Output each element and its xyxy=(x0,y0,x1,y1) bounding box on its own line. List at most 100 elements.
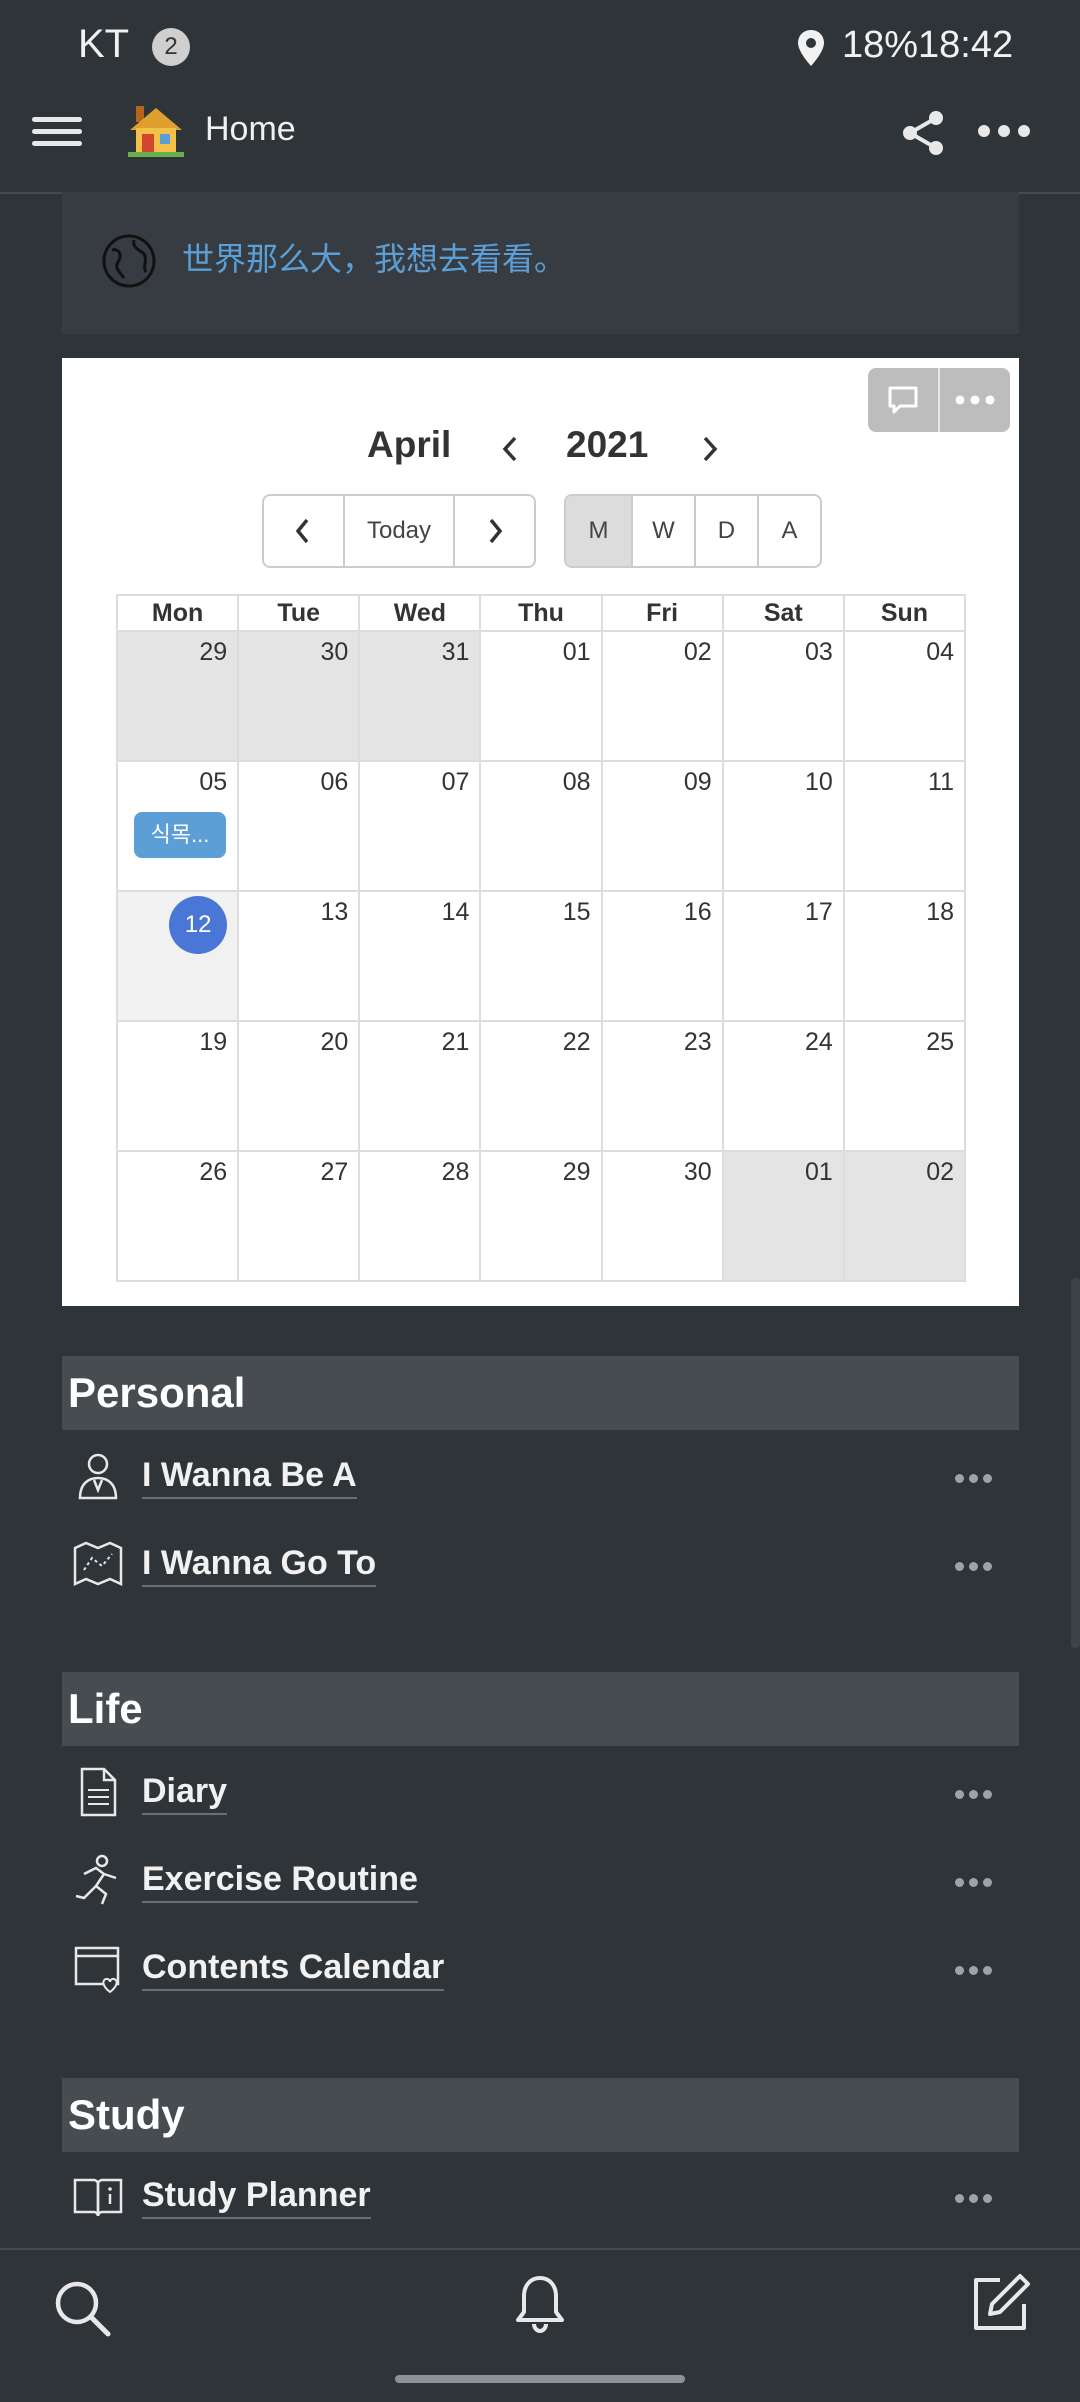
day-number: 20 xyxy=(320,1028,349,1056)
list-item-label[interactable]: I Wanna Go To xyxy=(142,1544,377,1587)
day-cell[interactable]: 03 xyxy=(721,630,845,762)
day-number: 09 xyxy=(683,768,712,796)
view-month-button[interactable]: M xyxy=(566,496,633,566)
day-cell[interactable]: 15 xyxy=(479,890,603,1022)
list-item-label[interactable]: Exercise Routine xyxy=(142,1860,418,1903)
item-more-icon[interactable] xyxy=(955,1874,997,1887)
day-cell[interactable]: 27 xyxy=(237,1150,361,1282)
next-button[interactable] xyxy=(455,496,534,566)
battery-level: 18% xyxy=(842,24,919,66)
quote-text: 世界那么大，我想去看看。 xyxy=(182,241,567,277)
day-cell[interactable]: 01 xyxy=(479,630,603,762)
comment-button[interactable] xyxy=(868,368,940,432)
list-item-label[interactable]: Study Planner xyxy=(142,2176,371,2219)
day-cell[interactable]: 28 xyxy=(358,1150,482,1282)
weekday-row: Mon Tue Wed Thu Fri Sat Sun xyxy=(115,594,967,632)
day-cell[interactable]: 25 xyxy=(842,1020,967,1152)
day-cell[interactable]: 22 xyxy=(479,1020,603,1152)
day-cell[interactable]: 31 xyxy=(358,630,482,762)
day-cell[interactable]: 30 xyxy=(600,1150,724,1282)
notification-count-badge: 2 xyxy=(152,28,190,66)
weekday-header: Mon xyxy=(115,594,240,632)
day-number: 27 xyxy=(320,1158,349,1186)
list-item[interactable]: I Wanna Go To xyxy=(62,1526,1019,1606)
view-week-button[interactable]: W xyxy=(633,496,696,566)
day-cell[interactable]: 19 xyxy=(115,1020,240,1152)
item-more-icon[interactable] xyxy=(955,1558,997,1571)
day-number: 30 xyxy=(320,638,349,666)
day-number: 28 xyxy=(441,1158,470,1186)
day-cell[interactable]: 24 xyxy=(721,1020,845,1152)
section-header-life: Life xyxy=(62,1672,1019,1746)
more-icon[interactable] xyxy=(978,124,1038,142)
day-cell[interactable]: 07 xyxy=(358,760,482,892)
item-more-icon[interactable] xyxy=(955,1786,997,1799)
today-badge: 12 xyxy=(169,896,228,954)
day-number: 17 xyxy=(805,898,833,926)
list-item[interactable]: Study Planner xyxy=(62,2158,1019,2238)
list-item[interactable]: Exercise Routine xyxy=(62,1842,1019,1922)
location-icon xyxy=(798,30,824,66)
search-icon[interactable] xyxy=(52,2278,112,2338)
day-cell[interactable]: 01 xyxy=(721,1150,845,1282)
day-cell[interactable]: 21 xyxy=(358,1020,482,1152)
day-cell[interactable]: 06 xyxy=(237,760,361,892)
day-cell[interactable]: 11 xyxy=(842,760,967,892)
view-agenda-button[interactable]: A xyxy=(759,496,820,566)
list-item[interactable]: Contents Calendar xyxy=(62,1930,1019,2010)
map-icon xyxy=(73,1541,123,1586)
item-more-icon[interactable] xyxy=(955,1962,997,1975)
day-cell[interactable]: 08 xyxy=(479,760,603,892)
hamburger-icon[interactable] xyxy=(32,110,82,154)
day-cell[interactable]: 09 xyxy=(600,760,724,892)
prev-month-icon[interactable] xyxy=(497,432,523,466)
list-item-label[interactable]: Contents Calendar xyxy=(142,1948,445,1991)
day-cell[interactable]: 29 xyxy=(115,630,240,762)
view-day-button[interactable]: D xyxy=(696,496,759,566)
week-row: 29 30 31 01 02 03 04 xyxy=(115,630,967,762)
day-number: 29 xyxy=(562,1158,591,1186)
weekday-header: Fri xyxy=(600,594,724,632)
week-row: 05 식목... 06 07 08 09 10 11 xyxy=(115,760,967,892)
day-number: 30 xyxy=(683,1158,712,1186)
scrollbar-thumb[interactable] xyxy=(1071,1278,1080,1648)
section-header-study: Study xyxy=(62,2078,1019,2152)
day-cell[interactable]: 02 xyxy=(600,630,724,762)
day-cell[interactable]: 10 xyxy=(721,760,845,892)
today-button[interactable]: Today xyxy=(345,496,456,566)
card-more-button[interactable] xyxy=(940,368,1010,432)
day-cell[interactable]: 02 xyxy=(842,1150,967,1282)
event-chip[interactable]: 식목... xyxy=(134,812,226,858)
person-icon xyxy=(78,1453,118,1500)
list-item-label[interactable]: Diary xyxy=(142,1772,228,1815)
day-cell[interactable]: 05 식목... xyxy=(115,760,240,892)
day-cell[interactable]: 23 xyxy=(600,1020,724,1152)
weekday-header: Sat xyxy=(721,594,845,632)
day-cell[interactable]: 16 xyxy=(600,890,724,1022)
day-number: 23 xyxy=(683,1028,712,1056)
list-item[interactable]: Diary xyxy=(62,1754,1019,1834)
day-cell[interactable]: 30 xyxy=(237,630,361,762)
list-item[interactable]: I Wanna Be A xyxy=(62,1438,1019,1518)
weekday-header: Thu xyxy=(479,594,603,632)
day-cell[interactable]: 29 xyxy=(479,1150,603,1282)
day-cell[interactable]: 20 xyxy=(237,1020,361,1152)
day-cell[interactable]: 13 xyxy=(237,890,361,1022)
home-indicator[interactable] xyxy=(395,2375,685,2383)
status-time: 18:42 xyxy=(918,24,1014,66)
day-cell[interactable]: 04 xyxy=(842,630,967,762)
day-cell[interactable]: 14 xyxy=(358,890,482,1022)
share-icon[interactable] xyxy=(898,108,948,158)
list-item-label[interactable]: I Wanna Be A xyxy=(142,1456,357,1499)
next-month-icon[interactable] xyxy=(697,432,723,466)
prev-button[interactable] xyxy=(264,496,345,566)
compose-icon[interactable] xyxy=(970,2272,1032,2334)
item-more-icon[interactable] xyxy=(955,1470,997,1483)
day-cell-today[interactable]: 12 xyxy=(115,890,240,1022)
item-more-icon[interactable] xyxy=(955,2190,997,2203)
bell-icon[interactable] xyxy=(508,2272,572,2336)
day-number: 21 xyxy=(441,1028,470,1056)
day-cell[interactable]: 26 xyxy=(115,1150,240,1282)
day-cell[interactable]: 17 xyxy=(721,890,845,1022)
day-cell[interactable]: 18 xyxy=(842,890,967,1022)
